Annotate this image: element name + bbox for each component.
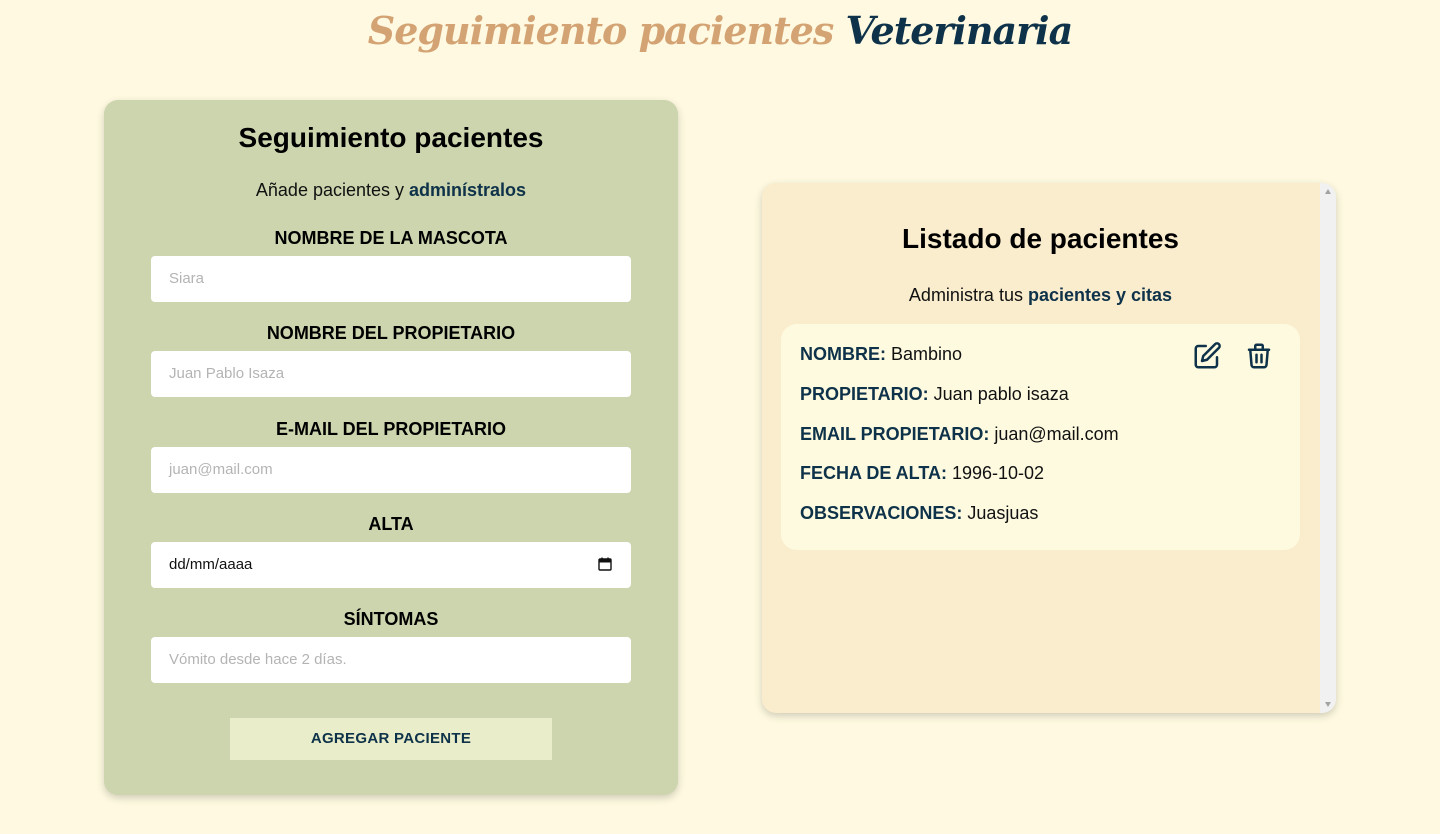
patient-row-owner: PROPIETARIO: Juan pablo isaza <box>800 384 1069 405</box>
app-title: Seguimiento pacientes Veterinaria <box>0 8 1440 53</box>
form-subtitle-highlight: adminístralos <box>409 180 527 200</box>
owner-name-label: NOMBRE DEL PROPIETARIO <box>266 323 516 343</box>
symptoms-placeholder: Vómito desde hace 2 días. <box>169 651 347 668</box>
patient-row-notes: OBSERVACIONES: Juasjuas <box>800 503 1038 524</box>
patient-field-key: PROPIETARIO: <box>800 384 929 404</box>
alta-date-input[interactable]: dd/mm/aaaa <box>151 542 631 588</box>
calendar-icon[interactable] <box>598 557 612 571</box>
patient-row-date: FECHA DE ALTA: 1996-10-02 <box>800 463 1044 484</box>
patient-card: NOMBRE: Bambino PROPIETARIO: Juan pablo is… <box>781 324 1300 550</box>
pet-name-placeholder: Siara <box>169 270 205 287</box>
symptoms-input[interactable]: Vómito desde hace 2 días. <box>151 637 631 683</box>
edit-icon[interactable] <box>1192 341 1222 371</box>
patient-field-key: OBSERVACIONES: <box>800 503 963 523</box>
scroll-up-arrow-icon[interactable] <box>1324 188 1332 196</box>
owner-name-input[interactable]: Juan Pablo Isaza <box>151 351 631 397</box>
form-title: Seguimiento pacientes <box>238 122 544 153</box>
patient-field-value: Juasjuas <box>967 503 1039 523</box>
patient-field-value: 1996-10-02 <box>951 463 1045 483</box>
owner-email-input[interactable]: juan@mail.com <box>151 447 631 493</box>
patient-field-key: NOMBRE: <box>800 344 886 364</box>
symptoms-label: SÍNTOMAS <box>343 609 439 629</box>
owner-name-placeholder: Juan Pablo Isaza <box>169 365 285 382</box>
list-subtitle-highlight: pacientes y citas <box>1027 285 1173 305</box>
add-patient-button[interactable]: AGREGAR PACIENTE <box>230 718 552 760</box>
patient-row-email: EMAIL PROPIETARIO: juan@mail.com <box>800 424 1119 445</box>
patient-list-panel: Listado de pacientes Administra tus paci… <box>762 183 1336 713</box>
form-subtitle-text: Añade pacientes y <box>255 180 405 200</box>
alta-label: ALTA <box>368 514 414 534</box>
pet-name-label: NOMBRE DE LA MASCOTA <box>274 228 508 248</box>
patient-field-key: FECHA DE ALTA: <box>800 463 947 483</box>
app-title-part2: Veterinaria <box>845 8 1074 53</box>
scroll-down-arrow-icon[interactable] <box>1324 700 1332 708</box>
owner-email-placeholder: juan@mail.com <box>169 461 273 478</box>
trash-icon[interactable] <box>1244 341 1274 371</box>
patient-field-key: EMAIL PROPIETARIO: <box>800 424 990 444</box>
patient-row-name: NOMBRE: Bambino <box>800 344 962 365</box>
list-title: Listado de pacientes <box>902 223 1179 254</box>
patient-field-value: Bambino <box>891 344 963 364</box>
alta-date-placeholder: dd/mm/aaaa <box>169 556 253 573</box>
list-scrollbar[interactable] <box>1320 183 1336 713</box>
list-subtitle: Administra tus pacientes y citas <box>762 285 1319 306</box>
app-title-part1: Seguimiento pacientes <box>367 8 835 53</box>
owner-email-label: E-MAIL DEL PROPIETARIO <box>275 419 507 439</box>
list-subtitle-text: Administra tus <box>908 285 1023 305</box>
patient-field-value: juan@mail.com <box>994 424 1119 444</box>
pet-name-input[interactable]: Siara <box>151 256 631 302</box>
patient-form: Seguimiento pacientes Añade pacientes y … <box>104 100 678 795</box>
form-subtitle: Añade pacientes y adminístralos <box>104 180 678 201</box>
patient-field-value: Juan pablo isaza <box>933 384 1069 404</box>
